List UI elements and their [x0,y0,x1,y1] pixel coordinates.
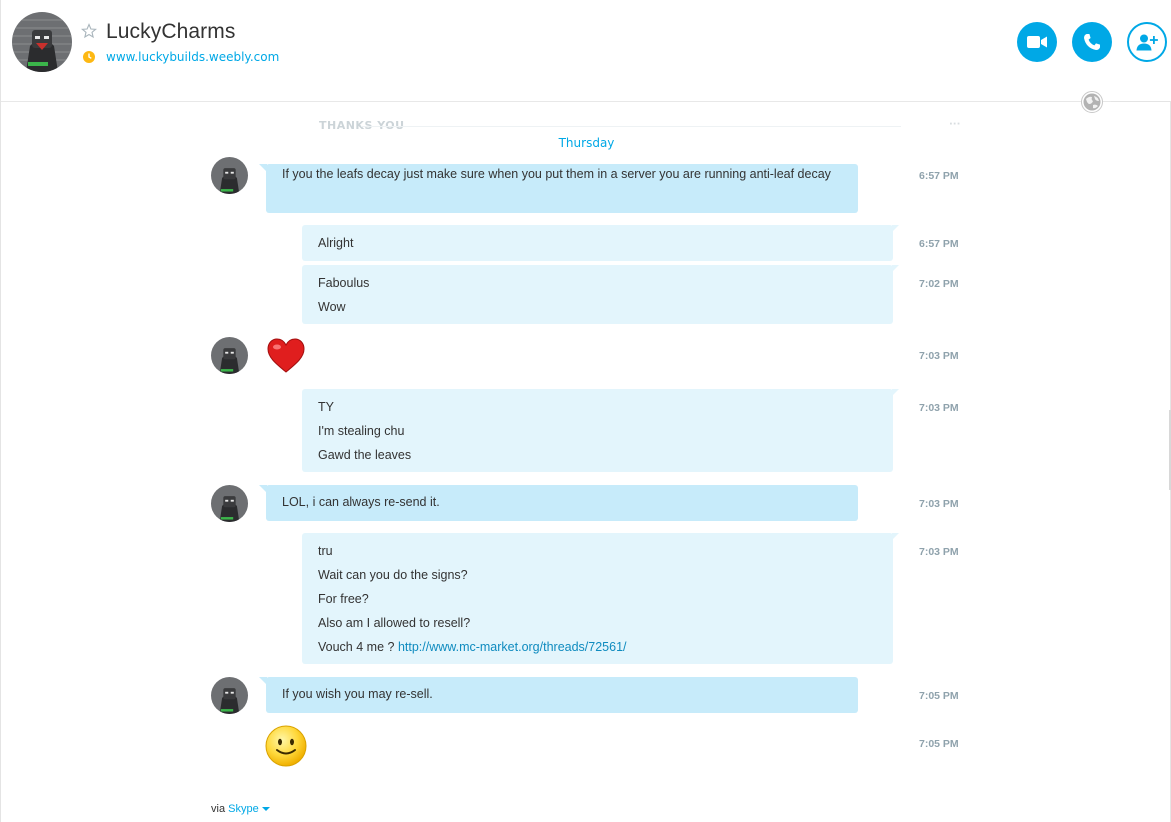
message-text: Faboulus [318,276,370,290]
via-app-selector[interactable]: Skype [228,803,270,815]
heart-emoticon[interactable] [267,338,305,374]
via-app-name: Skype [228,803,259,815]
contact-name: LuckyCharms [106,20,236,43]
sender-avatar[interactable] [211,677,248,714]
message-bubble-outgoing[interactable]: TY I'm stealing chu Gawd the leaves [302,389,899,472]
message-timestamp: 7:05 PM [919,738,959,750]
message-bubble-outgoing[interactable]: Faboulus Wow [302,265,899,324]
message-text: If you the leafs decay just make sure wh… [282,167,831,181]
message-timestamp: 7:02 PM [919,278,959,290]
message-link[interactable]: http://www.mc-market.org/threads/72561/ [398,640,627,654]
message-timestamp: 7:03 PM [919,350,959,362]
voice-call-button[interactable] [1072,22,1112,62]
message-bubble-incoming[interactable]: If you wish you may re-sell. [259,677,858,713]
header-divider [1111,101,1171,102]
message-text: Wow [318,300,346,314]
smile-emoticon[interactable] [265,725,307,767]
message-timestamp: 7:03 PM [919,402,959,414]
message-bubble-outgoing[interactable]: Alright [302,225,899,261]
message-text: Also am I allowed to resell? [318,616,471,630]
contact-avatar[interactable] [12,12,72,72]
message-text: LOL, i can always re-send it. [282,495,440,509]
message-bubble-incoming[interactable]: LOL, i can always re-send it. [259,485,858,521]
message-text: tru [318,544,333,558]
phone-icon [1084,34,1100,50]
message-timestamp: 7:03 PM [919,498,959,510]
message-text: For free? [318,592,369,606]
message-text-with-link: Vouch 4 me ? http://www.mc-market.org/th… [318,635,877,659]
sender-avatar[interactable] [211,337,248,374]
via-app-indicator: via Skype [211,803,270,815]
message-text: I'm stealing chu [318,424,405,438]
message-bubble-outgoing[interactable]: tru Wait can you do the signs? For free?… [302,533,899,664]
message-timestamp: 7:05 PM [919,690,959,702]
message-bubble-incoming[interactable]: If you the leafs decay just make sure wh… [259,164,858,213]
message-timestamp: 7:03 PM [919,546,959,558]
faded-history-time: ··· [949,119,961,130]
faded-history-line [361,126,901,127]
globe-icon[interactable] [1081,91,1103,113]
mood-message-link[interactable]: www.luckybuilds.weebly.com [106,50,279,64]
video-call-button[interactable] [1017,22,1057,62]
star-outline-icon[interactable] [81,23,97,39]
message-text: Gawd the leaves [318,448,412,462]
add-person-icon [1136,34,1158,51]
message-timestamp: 6:57 PM [919,170,959,182]
sender-avatar[interactable] [211,157,248,194]
message-text: TY [318,400,334,414]
message-text: Vouch 4 me ? [318,640,395,654]
day-separator: Thursday [558,136,615,150]
video-call-icon [1027,36,1047,48]
conversation-header: LuckyCharms www.luckybuilds.weebly.com [1,0,1171,102]
message-text: If you wish you may re-sell. [282,687,433,701]
away-clock-icon [83,51,95,63]
message-text: Alright [318,236,354,250]
message-timestamp: 6:57 PM [919,238,959,250]
sender-avatar[interactable] [211,485,248,522]
message-text: Wait can you do the signs? [318,568,468,582]
chat-window: LuckyCharms www.luckybuilds.weebly.com T… [0,0,1171,822]
chevron-down-icon [261,807,270,812]
add-people-button[interactable] [1127,22,1167,62]
via-label: via [211,803,226,815]
